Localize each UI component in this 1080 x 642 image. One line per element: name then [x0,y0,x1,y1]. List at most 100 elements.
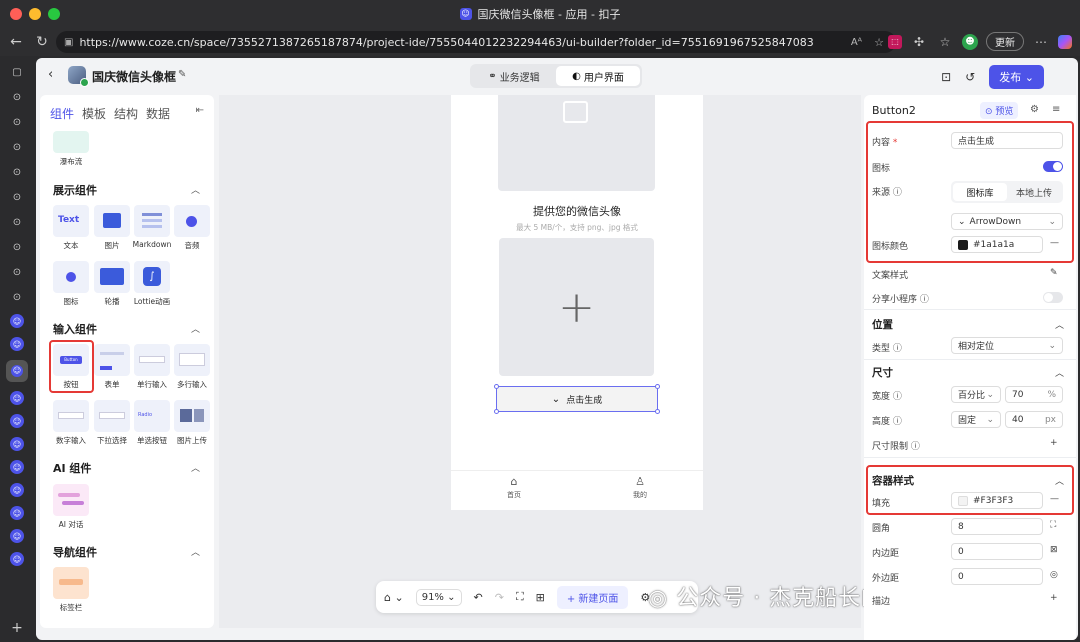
add-icon[interactable]: + [1050,593,1058,603]
back-arrow-icon[interactable]: ← [6,34,26,50]
component-number-input[interactable]: 数字输入 [53,400,89,446]
preview-button[interactable]: ⊙ 预览 [980,102,1019,119]
publish-button[interactable]: 发布 ⌄ [989,65,1044,89]
chevron-up-icon[interactable]: ︿ [1055,318,1064,331]
avatar-frame-image[interactable] [498,95,655,191]
favorite-star-icon[interactable]: ☆ [874,36,884,49]
component-audio[interactable]: 音频 [174,205,210,251]
height-input[interactable]: 40 px [1005,411,1063,428]
resize-handle[interactable] [655,409,660,414]
height-mode-select[interactable]: 固定 ⌄ [951,411,1001,428]
edit-icon[interactable]: ✎ [178,69,186,80]
more-icon[interactable]: ⋯ [1032,33,1050,51]
coze-tab-icon[interactable]: ☺ [10,391,24,405]
component-select[interactable]: 下拉选择 [94,400,130,446]
padding-icon[interactable]: ⊠ [1050,545,1058,555]
component-waterfall[interactable]: 瀑布流 [53,131,89,167]
coze-tab-icon[interactable]: ☺ [10,552,24,566]
coze-tab-icon[interactable]: ☺ [10,506,24,520]
image-upload-area[interactable]: + [499,238,654,376]
chevron-up-icon[interactable]: ︿ [191,183,200,196]
update-button[interactable]: 更新 [986,32,1024,51]
component-image[interactable]: 图片 [94,205,130,251]
settings-icon[interactable]: ⚙ [1030,104,1039,115]
tab-components[interactable]: 组件 [50,105,74,122]
component-multi-input[interactable]: 多行输入 [174,344,210,390]
tab-business-logic[interactable]: ⚭ 业务逻辑 [472,66,556,86]
coze-tab-icon[interactable]: ☺ [10,483,24,497]
tab-item-icon[interactable]: ⊙ [9,89,25,105]
remove-icon[interactable]: — [1050,494,1059,504]
tab-item-icon[interactable]: ⊙ [9,189,25,205]
resize-handle[interactable] [494,409,499,414]
component-radio[interactable]: Radio 单选按钮 [134,400,170,446]
tab-structure[interactable]: 结构 [114,105,138,122]
collections-icon[interactable]: ☆ [936,33,954,51]
component-form[interactable]: 表单 [94,344,130,390]
tabbar-mine[interactable]: ♙ 我的 [577,471,703,510]
component-image-upload[interactable]: 图片上传 [174,400,210,446]
radius-input[interactable]: 8 [951,518,1043,535]
collapse-panel-icon[interactable]: ⇤ [196,105,204,122]
component-single-input[interactable]: 单行输入 [134,344,170,390]
icon-color-input[interactable]: #1a1a1a [951,236,1043,253]
redo-icon[interactable]: ↷ [495,591,504,604]
tab-templates[interactable]: 模板 [82,105,106,122]
component-ai-chat[interactable]: AI 对话 [53,484,89,530]
tab-data[interactable]: 数据 [146,105,170,122]
extension-icon[interactable]: ⬚ [888,34,902,49]
radius-corners-icon[interactable]: ⛶ [1050,520,1056,530]
resize-handle[interactable] [655,384,660,389]
tab-item-icon[interactable]: ⊙ [9,239,25,255]
site-info-icon[interactable]: ▣ [64,37,73,48]
puzzle-icon[interactable]: ✣ [910,33,928,51]
tab-item-icon[interactable]: ⊙ [9,114,25,130]
width-input[interactable]: 70% [1005,386,1063,403]
edit-icon[interactable]: ✎ [1050,268,1058,278]
fit-screen-icon[interactable]: ⛶ [516,590,524,604]
chevron-up-icon[interactable]: ︿ [1055,474,1064,487]
tab-panel-icon[interactable]: ▢ [9,64,25,80]
minimize-window-button[interactable] [29,8,41,20]
component-lottie[interactable]: ∫ Lottie动画 [134,261,170,307]
share-toggle[interactable] [1043,292,1063,303]
chevron-up-icon[interactable]: ︿ [191,461,200,474]
back-chevron-icon[interactable]: ‹ [48,67,53,82]
selected-generate-button[interactable]: ⌄ 点击生成 [496,386,658,412]
close-window-button[interactable] [10,8,22,20]
tab-item-icon[interactable]: ⊙ [9,139,25,155]
tabbar-home[interactable]: ⌂ 首页 [451,471,577,510]
coze-tab-icon[interactable]: ☺ [10,437,24,451]
profile-avatar-icon[interactable]: ☻ [962,33,978,50]
new-tab-plus-icon[interactable]: + [9,620,25,636]
url-text[interactable]: https://www.coze.cn/space/73552713872651… [79,36,813,49]
component-tabbar[interactable]: 标签栏 [53,567,89,613]
read-aloud-icon[interactable]: Aᴬ [851,37,862,48]
coze-tab-icon[interactable]: ☺ [10,460,24,474]
coze-tab-icon[interactable]: ☺ [10,314,24,328]
width-mode-select[interactable]: 百分比 ⌄ [951,386,1001,403]
icon-toggle[interactable] [1043,161,1063,172]
margin-icon[interactable]: ◎ [1050,570,1058,580]
component-icon[interactable]: 图标 [53,261,89,307]
component-markdown[interactable]: Markdown [133,205,171,249]
zoom-select[interactable]: 91% ⌄ [415,588,462,606]
icon-select[interactable]: ⌄ ArrowDown ⌄ [951,213,1063,230]
padding-input[interactable]: 0 [951,543,1043,560]
resource-icon[interactable]: ⊡ [941,70,951,84]
design-canvas[interactable]: 提供您的微信头像 最大 5 MB/个，支持 png、jpg 格式 + ⌄ 点击生… [219,95,861,628]
maximize-window-button[interactable] [48,8,60,20]
tab-item-icon[interactable]: ⊙ [9,214,25,230]
margin-input[interactable]: 0 [951,568,1043,585]
coze-tab-icon[interactable]: ☺ [10,529,24,543]
coze-tab-icon[interactable]: ☺ [10,337,24,351]
tab-item-icon[interactable]: ⊙ [9,289,25,305]
address-bar[interactable]: ▣ https://www.coze.cn/space/735527138726… [56,31,896,53]
copilot-icon[interactable] [1058,34,1072,49]
source-local-upload[interactable]: 本地上传 [1007,183,1061,201]
source-icon-library[interactable]: 图标库 [953,183,1007,201]
panel-menu-icon[interactable]: ≡ [1052,104,1060,115]
history-icon[interactable]: ↺ [965,70,975,84]
chevron-up-icon[interactable]: ︿ [191,545,200,558]
component-carousel[interactable]: 轮播 [94,261,130,307]
